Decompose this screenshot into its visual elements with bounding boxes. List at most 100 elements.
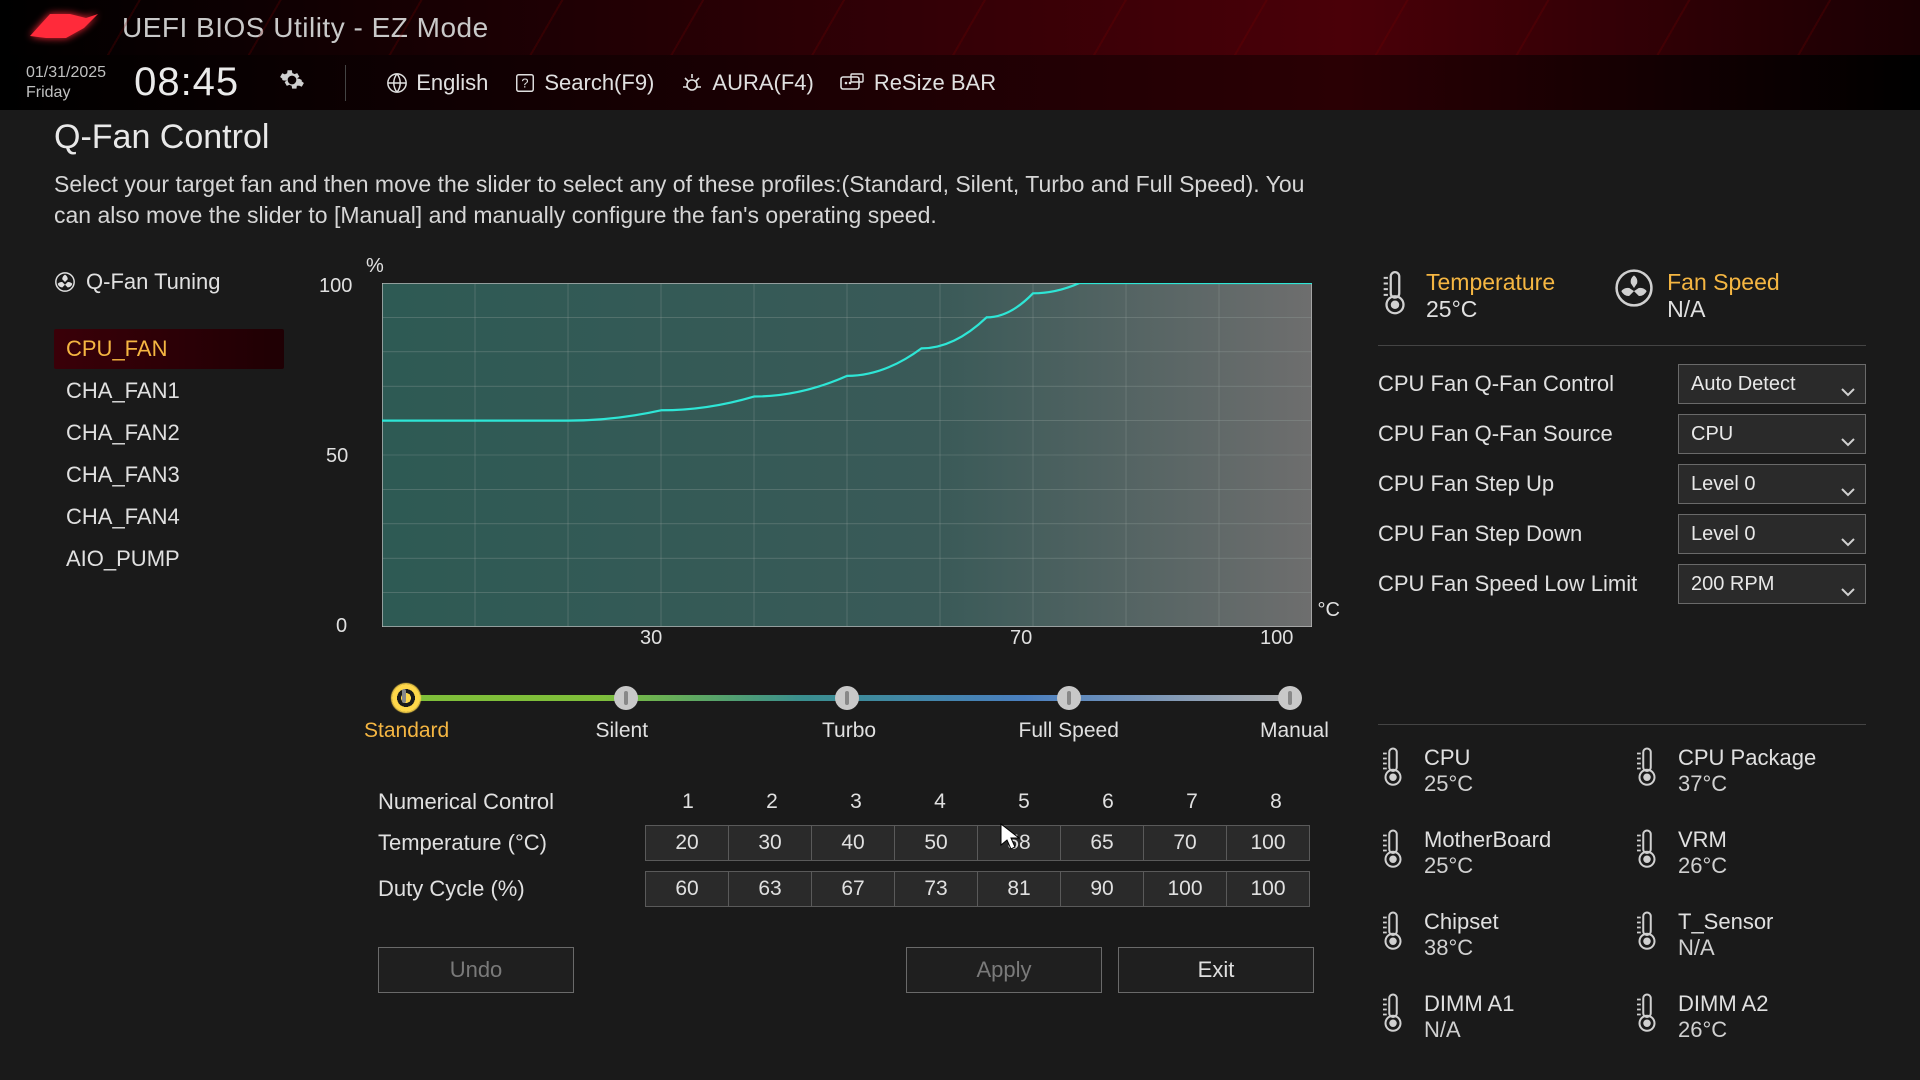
num-col-4: 4 xyxy=(898,790,982,814)
fan-tab-cpu-fan[interactable]: CPU_FAN xyxy=(54,329,284,369)
profile-stop-turbo[interactable] xyxy=(835,686,859,710)
setting-select-2[interactable]: Level 0 xyxy=(1678,464,1866,504)
setting-select-4[interactable]: 200 RPM xyxy=(1678,564,1866,604)
temperature-cell-7[interactable]: 70 xyxy=(1143,825,1227,861)
chart-canvas xyxy=(382,283,1312,627)
settings-gear-icon[interactable] xyxy=(279,67,305,98)
status-fanspeed: Fan Speed N/A xyxy=(1615,269,1780,323)
setting-value-1: CPU xyxy=(1691,423,1733,446)
num-col-3: 3 xyxy=(814,790,898,814)
status-temperature: Temperature 25°C xyxy=(1378,269,1555,323)
fan-tab-aio-pump[interactable]: AIO_PUMP xyxy=(54,539,284,579)
qfan-tuning-button[interactable]: Q-Fan Tuning xyxy=(54,269,284,295)
duty-cell-4[interactable]: 73 xyxy=(894,871,978,907)
sensor-name: VRM xyxy=(1678,827,1727,853)
search-button[interactable]: ? Search(F9) xyxy=(514,70,654,96)
sensor-vrm: VRM26°C xyxy=(1632,827,1866,879)
thermometer-icon xyxy=(1632,909,1662,951)
status-temperature-label: Temperature xyxy=(1426,269,1555,296)
setting-row-2: CPU Fan Step Up Level 0 xyxy=(1378,464,1866,504)
status-readouts: Temperature 25°C Fan Speed N/A xyxy=(1378,269,1866,323)
language-label: English xyxy=(416,70,488,96)
duty-cell-6[interactable]: 90 xyxy=(1060,871,1144,907)
fan-tab-cha-fan1[interactable]: CHA_FAN1 xyxy=(54,371,284,411)
profile-label-full-speed: Full Speed xyxy=(1019,719,1119,743)
setting-select-0[interactable]: Auto Detect xyxy=(1678,364,1866,404)
sensor-cpu-package: CPU Package37°C xyxy=(1632,745,1866,797)
thermometer-icon xyxy=(1632,745,1662,787)
temperature-cell-4[interactable]: 50 xyxy=(894,825,978,861)
sensor-name: CPU xyxy=(1424,745,1473,771)
aura-icon xyxy=(680,72,704,94)
rog-logo-icon xyxy=(26,8,100,47)
globe-icon xyxy=(386,72,408,94)
duty-cell-2[interactable]: 63 xyxy=(728,871,812,907)
y-tick-100: 100 xyxy=(319,275,352,298)
x-tick-70: 70 xyxy=(1010,627,1032,650)
x-tick-30: 30 xyxy=(640,627,662,650)
separator xyxy=(1378,724,1866,725)
num-col-7: 7 xyxy=(1150,790,1234,814)
setting-row-0: CPU Fan Q-Fan ControlAuto Detect xyxy=(1378,364,1866,404)
duty-cell-7[interactable]: 100 xyxy=(1143,871,1227,907)
setting-value-3: Level 0 xyxy=(1691,523,1756,546)
exit-button[interactable]: Exit xyxy=(1118,947,1314,993)
fan-tab-cha-fan2[interactable]: CHA_FAN2 xyxy=(54,413,284,453)
temperature-cell-1[interactable]: 20 xyxy=(645,825,729,861)
numerical-control: Numerical Control 12345678 Temperature (… xyxy=(304,789,1334,907)
setting-label-2: CPU Fan Step Up xyxy=(1378,471,1678,497)
sensor-dimm-a1: DIMM A1N/A xyxy=(1378,991,1612,1043)
duty-cell-8[interactable]: 100 xyxy=(1226,871,1310,907)
chevron-down-icon xyxy=(1841,580,1855,603)
profile-stop-full-speed[interactable] xyxy=(1057,686,1081,710)
profile-stop-silent[interactable] xyxy=(614,686,638,710)
y-tick-50: 50 xyxy=(326,445,348,468)
fan-tab-cha-fan4[interactable]: CHA_FAN4 xyxy=(54,497,284,537)
profile-stop-manual[interactable] xyxy=(1278,686,1302,710)
duty-cell-5[interactable]: 81 xyxy=(977,871,1061,907)
sensor-value: N/A xyxy=(1424,1017,1514,1043)
sensor-chipset: Chipset38°C xyxy=(1378,909,1612,961)
duty-cell-3[interactable]: 67 xyxy=(811,871,895,907)
temperature-cell-6[interactable]: 65 xyxy=(1060,825,1144,861)
profile-slider[interactable]: StandardSilentTurboFull SpeedManual xyxy=(304,679,1334,749)
temperature-cell-3[interactable]: 40 xyxy=(811,825,895,861)
apply-button[interactable]: Apply xyxy=(906,947,1102,993)
resize-bar-button[interactable]: ReSize BAR xyxy=(840,70,996,96)
temperature-cell-8[interactable]: 100 xyxy=(1226,825,1310,861)
setting-value-4: 200 RPM xyxy=(1691,573,1774,596)
setting-value-2: Level 0 xyxy=(1691,473,1756,496)
aura-button[interactable]: AURA(F4) xyxy=(680,70,813,96)
setting-row-3: CPU Fan Step DownLevel 0 xyxy=(1378,514,1866,554)
thermometer-icon xyxy=(1632,991,1662,1033)
sensor-motherboard: MotherBoard25°C xyxy=(1378,827,1612,879)
sensor-dimm-a2: DIMM A226°C xyxy=(1632,991,1866,1043)
temperature-row-label: Temperature (°C) xyxy=(378,830,646,856)
chevron-down-icon xyxy=(1841,530,1855,553)
y-tick-0: 0 xyxy=(336,615,347,638)
thermometer-icon xyxy=(1632,827,1662,869)
profile-label-standard: Standard xyxy=(364,719,449,743)
qfan-tuning-label: Q-Fan Tuning xyxy=(86,269,221,295)
duty-row-label: Duty Cycle (%) xyxy=(378,876,646,902)
setting-value-0: Auto Detect xyxy=(1691,373,1796,396)
sensor-value: 25°C xyxy=(1424,771,1473,797)
temperature-cell-5[interactable]: 58 xyxy=(977,825,1061,861)
status-fanspeed-value: N/A xyxy=(1667,296,1780,323)
page-title: Q-Fan Control xyxy=(54,118,1866,157)
profile-stop-standard[interactable] xyxy=(392,684,420,712)
toolbar-separator xyxy=(345,65,346,101)
setting-select-1[interactable]: CPU xyxy=(1678,414,1866,454)
undo-button[interactable]: Undo xyxy=(378,947,574,993)
duty-cell-1[interactable]: 60 xyxy=(645,871,729,907)
separator xyxy=(1378,345,1866,346)
setting-select-3[interactable]: Level 0 xyxy=(1678,514,1866,554)
resize-bar-icon xyxy=(840,73,866,93)
temperature-cell-2[interactable]: 30 xyxy=(728,825,812,861)
fan-curve-chart[interactable]: % 100 50 0 °C 30 70 100 xyxy=(304,269,1334,669)
language-button[interactable]: English xyxy=(386,70,488,96)
sensor-name: T_Sensor xyxy=(1678,909,1773,935)
chevron-down-icon xyxy=(1841,430,1855,453)
sensor-name: DIMM A2 xyxy=(1678,991,1768,1017)
fan-tab-cha-fan3[interactable]: CHA_FAN3 xyxy=(54,455,284,495)
